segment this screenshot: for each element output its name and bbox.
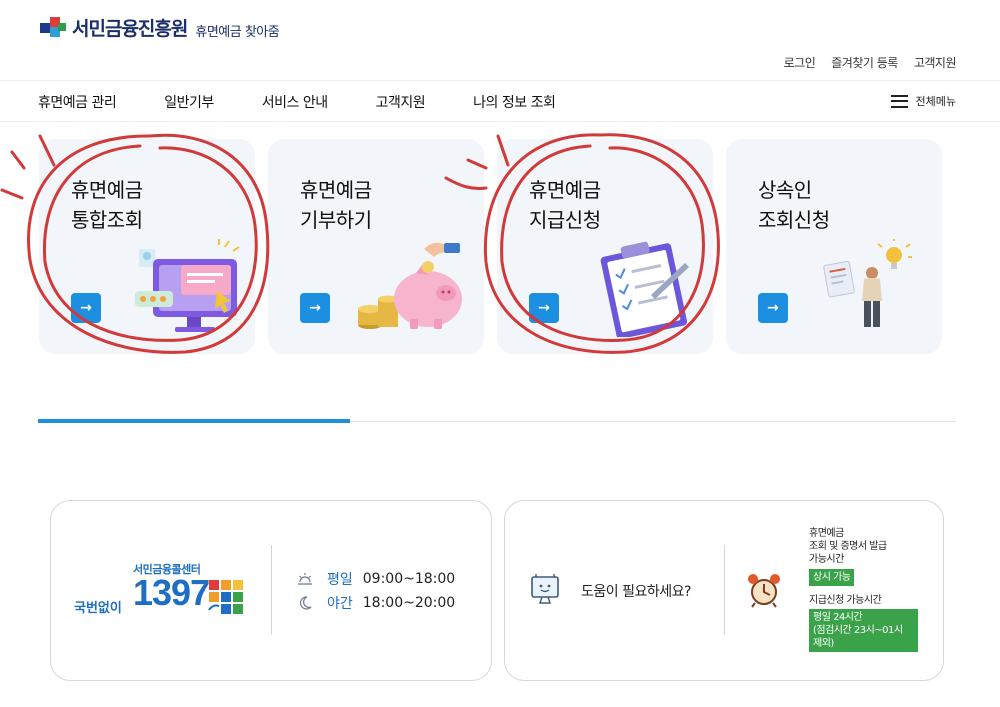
inquiry-line: 휴면예금 [809,528,844,539]
card-go-button[interactable]: → [529,293,559,323]
card-title: 휴면예금 통합조회 [71,175,143,235]
clipboard-icon [600,241,689,337]
inquiry-hours-label: 휴면예금 조회 및 증명서 발급 가능시간 [809,527,887,566]
phone-keypad-icon [208,580,243,614]
site-logo[interactable]: 서민금융진흥원 휴면예금 찾아줌 [38,14,280,41]
monitor-help-icon [531,574,559,604]
apply-hours-label: 지급신청 가능시간 [809,595,882,606]
card-title-line1: 휴면예금 [529,178,601,202]
logo-subtitle: 휴면예금 찾아줌 [195,25,280,40]
all-menu-button[interactable]: 전체메뉴 [890,93,956,109]
help-box: 도움이 필요하세요? 휴면예금 조회 및 증명서 발급 가능시간 상시 가능 지… [504,500,944,681]
login-link[interactable]: 로그인 [784,54,816,71]
apply-badge: 평일 24시간 (점검시간 23시~01시 제외) [809,609,918,652]
card-title: 상속인 조회신청 [758,175,830,235]
all-menu-label: 전체메뉴 [915,95,956,108]
moon-icon [299,596,312,610]
computer-icon [135,239,240,332]
card-go-button[interactable]: → [300,293,330,323]
person-icon [823,239,912,327]
divider [0,121,1000,122]
support-link[interactable]: 고객지원 [914,54,957,71]
nav-item-support[interactable]: 고객지원 [376,92,426,112]
nav-item-my-info[interactable]: 나의 정보 조회 [473,92,556,112]
card-title: 휴면예금 기부하기 [300,175,372,235]
card-title-line1: 상속인 [758,178,812,202]
logo-name: 서민금융진흥원 [72,18,188,40]
inquiry-line: 가능시간 [809,554,844,565]
utility-links: 로그인 즐겨찾기 등록 고객지원 [784,54,957,71]
card-title-line2: 지급신청 [529,208,601,232]
divider [271,545,272,635]
arrow-right-icon: → [309,300,321,316]
card-title-line1: 휴면예금 [71,178,143,202]
inquiry-badge: 상시 가능 [809,569,855,586]
weekday-hours: 09:00~18:00 [362,571,456,587]
nav-item-service-guide[interactable]: 서비스 안내 [262,92,328,112]
nav-item-dormant-management[interactable]: 휴면예금 관리 [38,92,117,112]
card-title-line1: 휴면예금 [300,178,372,202]
help-text: 도움이 필요하세요? [581,584,691,600]
night-label: 야간 [327,596,353,612]
card-dormant-donation[interactable]: 휴면예금 기부하기 → [268,139,484,354]
arrow-right-icon: → [767,300,779,316]
card-title: 휴면예금 지급신청 [529,175,601,235]
weekday-label: 평일 [327,572,353,588]
divider [724,545,725,635]
nav-item-donation[interactable]: 일반기부 [164,92,214,112]
card-heir-inquiry[interactable]: 상속인 조회신청 → [726,139,942,354]
night-hours-row: 야간 18:00~20:00 [297,593,455,613]
alarm-clock-icon [748,574,780,608]
weekday-hours-row: 평일 09:00~18:00 [297,569,455,589]
arrow-right-icon: → [538,300,550,316]
card-title-line2: 조회신청 [758,208,830,232]
arrow-right-icon: → [80,300,92,316]
divider [0,80,1000,81]
apply-badge-line: 평일 24시간 [813,612,863,623]
callcenter-number[interactable]: 1397 [133,572,210,614]
card-payment-request[interactable]: 휴면예금 지급신청 → [497,139,713,354]
card-title-line2: 기부하기 [300,208,372,232]
bookmark-link[interactable]: 즐겨찾기 등록 [831,54,898,71]
main-nav: 휴면예금 관리 일반기부 서비스 안내 고객지원 나의 정보 조회 [38,92,603,112]
apply-badge-line: (점검시간 23시~01시 [813,625,903,636]
night-hours: 18:00~20:00 [362,595,456,611]
callcenter-box: 서민금융콜센터 국번없이 1397 평일 09:00~18:00 야간 18:0… [50,500,492,681]
card-dormant-inquiry[interactable]: 휴면예금 통합조회 → [39,139,255,354]
card-go-button[interactable]: → [758,293,788,323]
card-go-button[interactable]: → [71,293,101,323]
hamburger-icon [890,94,908,108]
card-title-line2: 통합조회 [71,208,143,232]
piggy-bank-icon [358,242,462,329]
callcenter-prefix: 국번없이 [74,601,122,616]
logo-mark-icon [38,15,68,41]
slider-progress [38,419,350,423]
apply-badge-line: 제외) [813,638,834,649]
sun-icon [298,573,312,585]
inquiry-line: 조회 및 증명서 발급 [809,541,887,552]
